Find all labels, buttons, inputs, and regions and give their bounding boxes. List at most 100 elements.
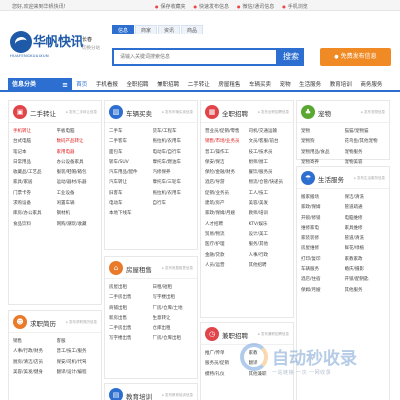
panel-post-link[interactable]: 发布宠物信息 — [361, 110, 385, 115]
panel-item-link[interactable]: 营业员/促销/零售 — [205, 127, 246, 137]
panel-item-link[interactable]: 日常用品 — [13, 158, 54, 168]
search-input[interactable] — [114, 50, 276, 64]
panel-item-link[interactable]: 贸易/物流 — [205, 230, 246, 240]
panel-item-link[interactable]: 二手车 — [109, 127, 150, 137]
panel-title[interactable]: 全职招聘 — [222, 108, 248, 118]
panel-item-link[interactable]: 房屋维修 — [301, 244, 342, 254]
panel-item-link[interactable]: 开锁/配钥匙 — [345, 275, 386, 285]
panel-item-link[interactable]: 餐饮/服务员 — [249, 168, 290, 178]
search-tab-info[interactable]: 信息 — [112, 25, 135, 34]
panel-item-link[interactable]: 宠物服务 — [345, 148, 386, 158]
panel-item-link[interactable]: 保安/保洁 — [205, 158, 246, 168]
nav-item-education[interactable]: 教育培训 — [325, 78, 356, 92]
panel-item-link[interactable]: 写字楼出售 — [109, 334, 150, 344]
panel-item-link[interactable]: KTV/娱乐 — [249, 220, 290, 230]
nav-item-life[interactable]: 生活服务 — [295, 78, 326, 92]
panel-post-link[interactable]: 发布生活服务信息 — [354, 176, 385, 181]
panel-item-link[interactable]: 自行车 — [153, 199, 194, 209]
panel-item-link[interactable]: 鲜花/绿植 — [345, 244, 386, 254]
panel-item-link[interactable]: 商铺出租 — [109, 304, 150, 314]
panel-item-link[interactable]: 数码产品转让 — [57, 137, 98, 147]
panel-post-link[interactable]: 发布二手转让信息 — [66, 110, 97, 115]
panel-item-link[interactable]: 厂房/仓库出租 — [153, 334, 194, 344]
nav-item-business[interactable]: 商务服务 — [356, 78, 387, 92]
category-menu-button[interactable]: 信息分类 — [8, 78, 72, 92]
panel-item-link[interactable]: 门票卡券 — [13, 189, 54, 199]
panel-title[interactable]: 宠物 — [318, 108, 331, 118]
panel-item-link[interactable]: 开锁/修锁 — [301, 214, 342, 224]
panel-item-link[interactable]: 轿车/SUV — [109, 158, 150, 168]
panel-post-link[interactable]: 发布车辆买卖信息 — [162, 110, 193, 115]
panel-item-link[interactable]: 销售/市场/业务员 — [205, 137, 246, 147]
panel-item-link[interactable]: 婚庆/摄影 — [345, 265, 386, 275]
panel-item-link[interactable]: 人员/运营 — [205, 261, 246, 271]
panel-item-link[interactable]: 工人/技工 — [249, 189, 290, 199]
panel-item-link[interactable]: 宠物 — [301, 127, 342, 137]
panel-item-link[interactable]: 宠物用品/食品 — [301, 148, 342, 158]
panel-item-link[interactable]: 家用电器 — [57, 148, 98, 158]
panel-item-link[interactable]: 平板电脑 — [57, 127, 98, 137]
panel-item-link[interactable]: 本地下线车 — [109, 209, 150, 219]
panel-item-link[interactable]: 打印/复印 — [301, 255, 342, 265]
panel-item-link[interactable]: 猫猫/宠物猫 — [345, 127, 386, 137]
panel-item-link[interactable]: 家具/家居 — [13, 178, 54, 188]
panel-title[interactable]: 车辆买卖 — [126, 108, 152, 118]
panel-item-link[interactable]: 笔记本 — [13, 148, 54, 158]
panel-item-link[interactable]: 人事/行政/财务 — [13, 347, 54, 357]
nav-item-cars[interactable]: 车辆买卖 — [245, 78, 276, 92]
panel-post-link[interactable]: 发布全职招聘信息 — [258, 110, 289, 115]
panel-item-link[interactable]: 厨房/清洁/店员 — [13, 358, 54, 368]
panel-title[interactable]: 教育培训 — [126, 391, 152, 400]
nav-item-mobile-news[interactable]: 手机看报 — [92, 78, 123, 92]
panel-title[interactable]: 房屋租售 — [126, 264, 152, 274]
nav-item-parttime[interactable]: 兼职招聘 — [153, 78, 184, 92]
panel-title[interactable]: 兼职招聘 — [222, 330, 248, 340]
panel-item-link[interactable]: 服务/其他 — [249, 240, 290, 250]
switch-city-link[interactable]: 切换分站 — [82, 45, 100, 51]
panel-item-link[interactable]: 销售 — [13, 337, 54, 347]
panel-item-link[interactable]: 保姆/月嫂 — [301, 286, 342, 296]
panel-item-link[interactable]: 电动车/自行车 — [153, 148, 194, 158]
panel-title[interactable]: 求职简历 — [30, 318, 56, 328]
panel-item-link[interactable]: 求购设备 — [13, 199, 54, 209]
panel-item-link[interactable]: 人才招聘 — [205, 220, 246, 230]
panel-item-link[interactable]: 二手客车 — [109, 137, 150, 147]
panel-item-link[interactable]: 花鸟鱼/其他宠物 — [345, 137, 386, 147]
panel-item-link[interactable]: 摩托车/燃油车 — [153, 158, 194, 168]
panel-item-link[interactable]: 服装/鞋帽/箱包 — [57, 168, 98, 178]
panel-item-link[interactable]: 日租/短租 — [153, 283, 194, 293]
panel-item-link[interactable]: 宠物狗 — [301, 137, 342, 147]
panel-item-link[interactable]: 建筑/房产 — [205, 199, 246, 209]
panel-item-link[interactable]: 金融/贷款 — [205, 251, 246, 261]
panel-item-link[interactable]: 汽车用品/配件 — [109, 168, 150, 178]
panel-post-link[interactable]: 发布兼职招聘信息 — [258, 332, 289, 337]
panel-item-link[interactable]: 客服 — [57, 337, 98, 347]
panel-post-link[interactable]: 发布房屋租售信息 — [162, 266, 193, 271]
nav-item-home[interactable]: 首页 — [72, 78, 92, 92]
save-favorites-link[interactable]: 保存收藏夹 — [155, 3, 186, 10]
post-info-button[interactable]: 免费发布信息 — [320, 48, 391, 66]
panel-item-link[interactable]: 普工/技工/服务 — [57, 347, 98, 357]
panel-item-link[interactable]: 汽修保养 — [153, 168, 194, 178]
panel-item-link[interactable]: 酒店/导游 — [205, 178, 246, 188]
panel-item-link[interactable]: 收藏品/工艺品 — [13, 168, 54, 178]
panel-item-link[interactable]: 摩托车/三轮车 — [153, 178, 194, 188]
nav-item-fulltime[interactable]: 全职招聘 — [122, 78, 153, 92]
panel-item-link[interactable]: 其他招聘 — [249, 261, 290, 271]
panel-item-link[interactable]: 教师/培训 — [249, 209, 290, 219]
panel-item-link[interactable]: 汽车转让 — [109, 178, 150, 188]
panel-item-link[interactable]: 面包车 — [109, 148, 150, 158]
panel-item-link[interactable]: 食品饮料 — [13, 220, 54, 230]
nav-item-pets[interactable]: 宠物 — [275, 78, 295, 92]
panel-item-link[interactable]: 维修家电 — [301, 224, 342, 234]
panel-item-link[interactable]: 文员/客服/前台 — [249, 137, 290, 147]
quick-post-link[interactable]: 快速发布信息 — [194, 3, 229, 10]
nav-item-housing[interactable]: 房屋租售 — [214, 78, 245, 92]
panel-item-link[interactable]: 房屋出租 — [109, 283, 150, 293]
panel-item-link[interactable]: 保洁/清洗 — [345, 193, 386, 203]
search-button[interactable]: 搜索 — [278, 48, 304, 66]
panel-item-link[interactable]: 美容/美发/健身 — [13, 368, 54, 378]
panel-item-link[interactable]: 管道/清洗 — [345, 234, 386, 244]
panel-item-link[interactable]: 司机/交通运输 — [249, 127, 290, 137]
panel-item-link[interactable]: 促销/业务员 — [205, 189, 246, 199]
